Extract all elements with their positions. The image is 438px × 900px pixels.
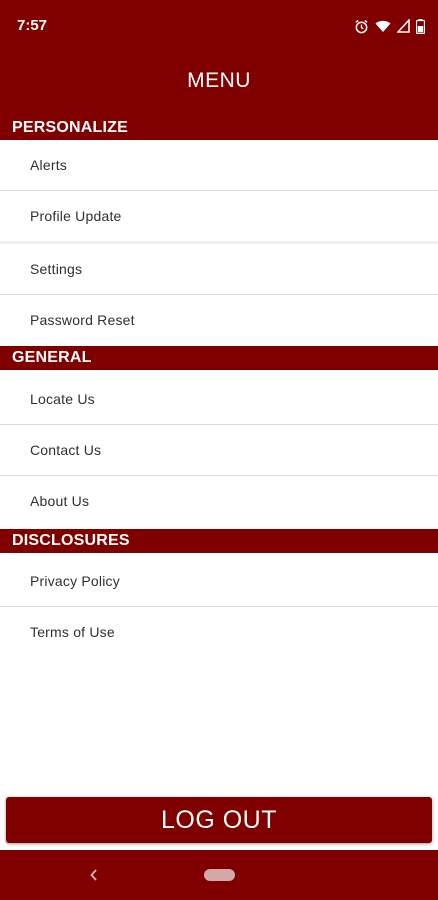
menu-item-password-reset[interactable]: Password Reset [0, 295, 438, 346]
menu-item-label: Password Reset [30, 312, 135, 328]
signal-icon [397, 19, 410, 33]
home-pill-icon[interactable] [204, 869, 235, 881]
section-header-personalize: PERSONALIZE [0, 116, 438, 140]
section-title: GENERAL [12, 349, 92, 366]
menu-item-terms-of-use[interactable]: Terms of Use [0, 607, 438, 658]
wifi-icon [375, 19, 391, 33]
back-icon[interactable] [89, 866, 99, 887]
menu-item-privacy-policy[interactable]: Privacy Policy [0, 556, 438, 607]
logout-button[interactable]: LOG OUT [6, 797, 432, 843]
menu-item-label: Profile Update [30, 208, 122, 224]
status-time: 7:57 [17, 17, 48, 34]
menu-item-label: Contact Us [30, 442, 102, 458]
section-title: PERSONALIZE [12, 119, 128, 136]
logout-label: LOG OUT [160, 806, 277, 834]
menu-item-label: About Us [30, 493, 90, 509]
status-icons [354, 18, 425, 34]
section-header-disclosures: DISCLOSURES [0, 529, 438, 553]
app-header: MENU [0, 52, 438, 116]
menu-item-about-us[interactable]: About Us [0, 476, 438, 527]
section-header-general: GENERAL [0, 346, 438, 370]
menu-item-settings[interactable]: Settings [0, 244, 438, 295]
battery-icon [416, 18, 425, 34]
menu-item-label: Terms of Use [30, 624, 115, 640]
menu-item-label: Alerts [30, 157, 67, 173]
page-title: MENU [187, 69, 251, 92]
menu-item-label: Locate Us [30, 391, 95, 407]
section-title: DISCLOSURES [12, 532, 130, 549]
menu-item-label: Privacy Policy [30, 573, 120, 589]
menu-item-label: Settings [30, 261, 83, 277]
menu-item-locate-us[interactable]: Locate Us [0, 374, 438, 425]
menu-item-contact-us[interactable]: Contact Us [0, 425, 438, 476]
status-bar: 7:57 [0, 0, 438, 52]
menu-item-profile-update[interactable]: Profile Update [0, 191, 438, 242]
alarm-icon [354, 19, 369, 34]
menu-item-alerts[interactable]: Alerts [0, 140, 438, 191]
